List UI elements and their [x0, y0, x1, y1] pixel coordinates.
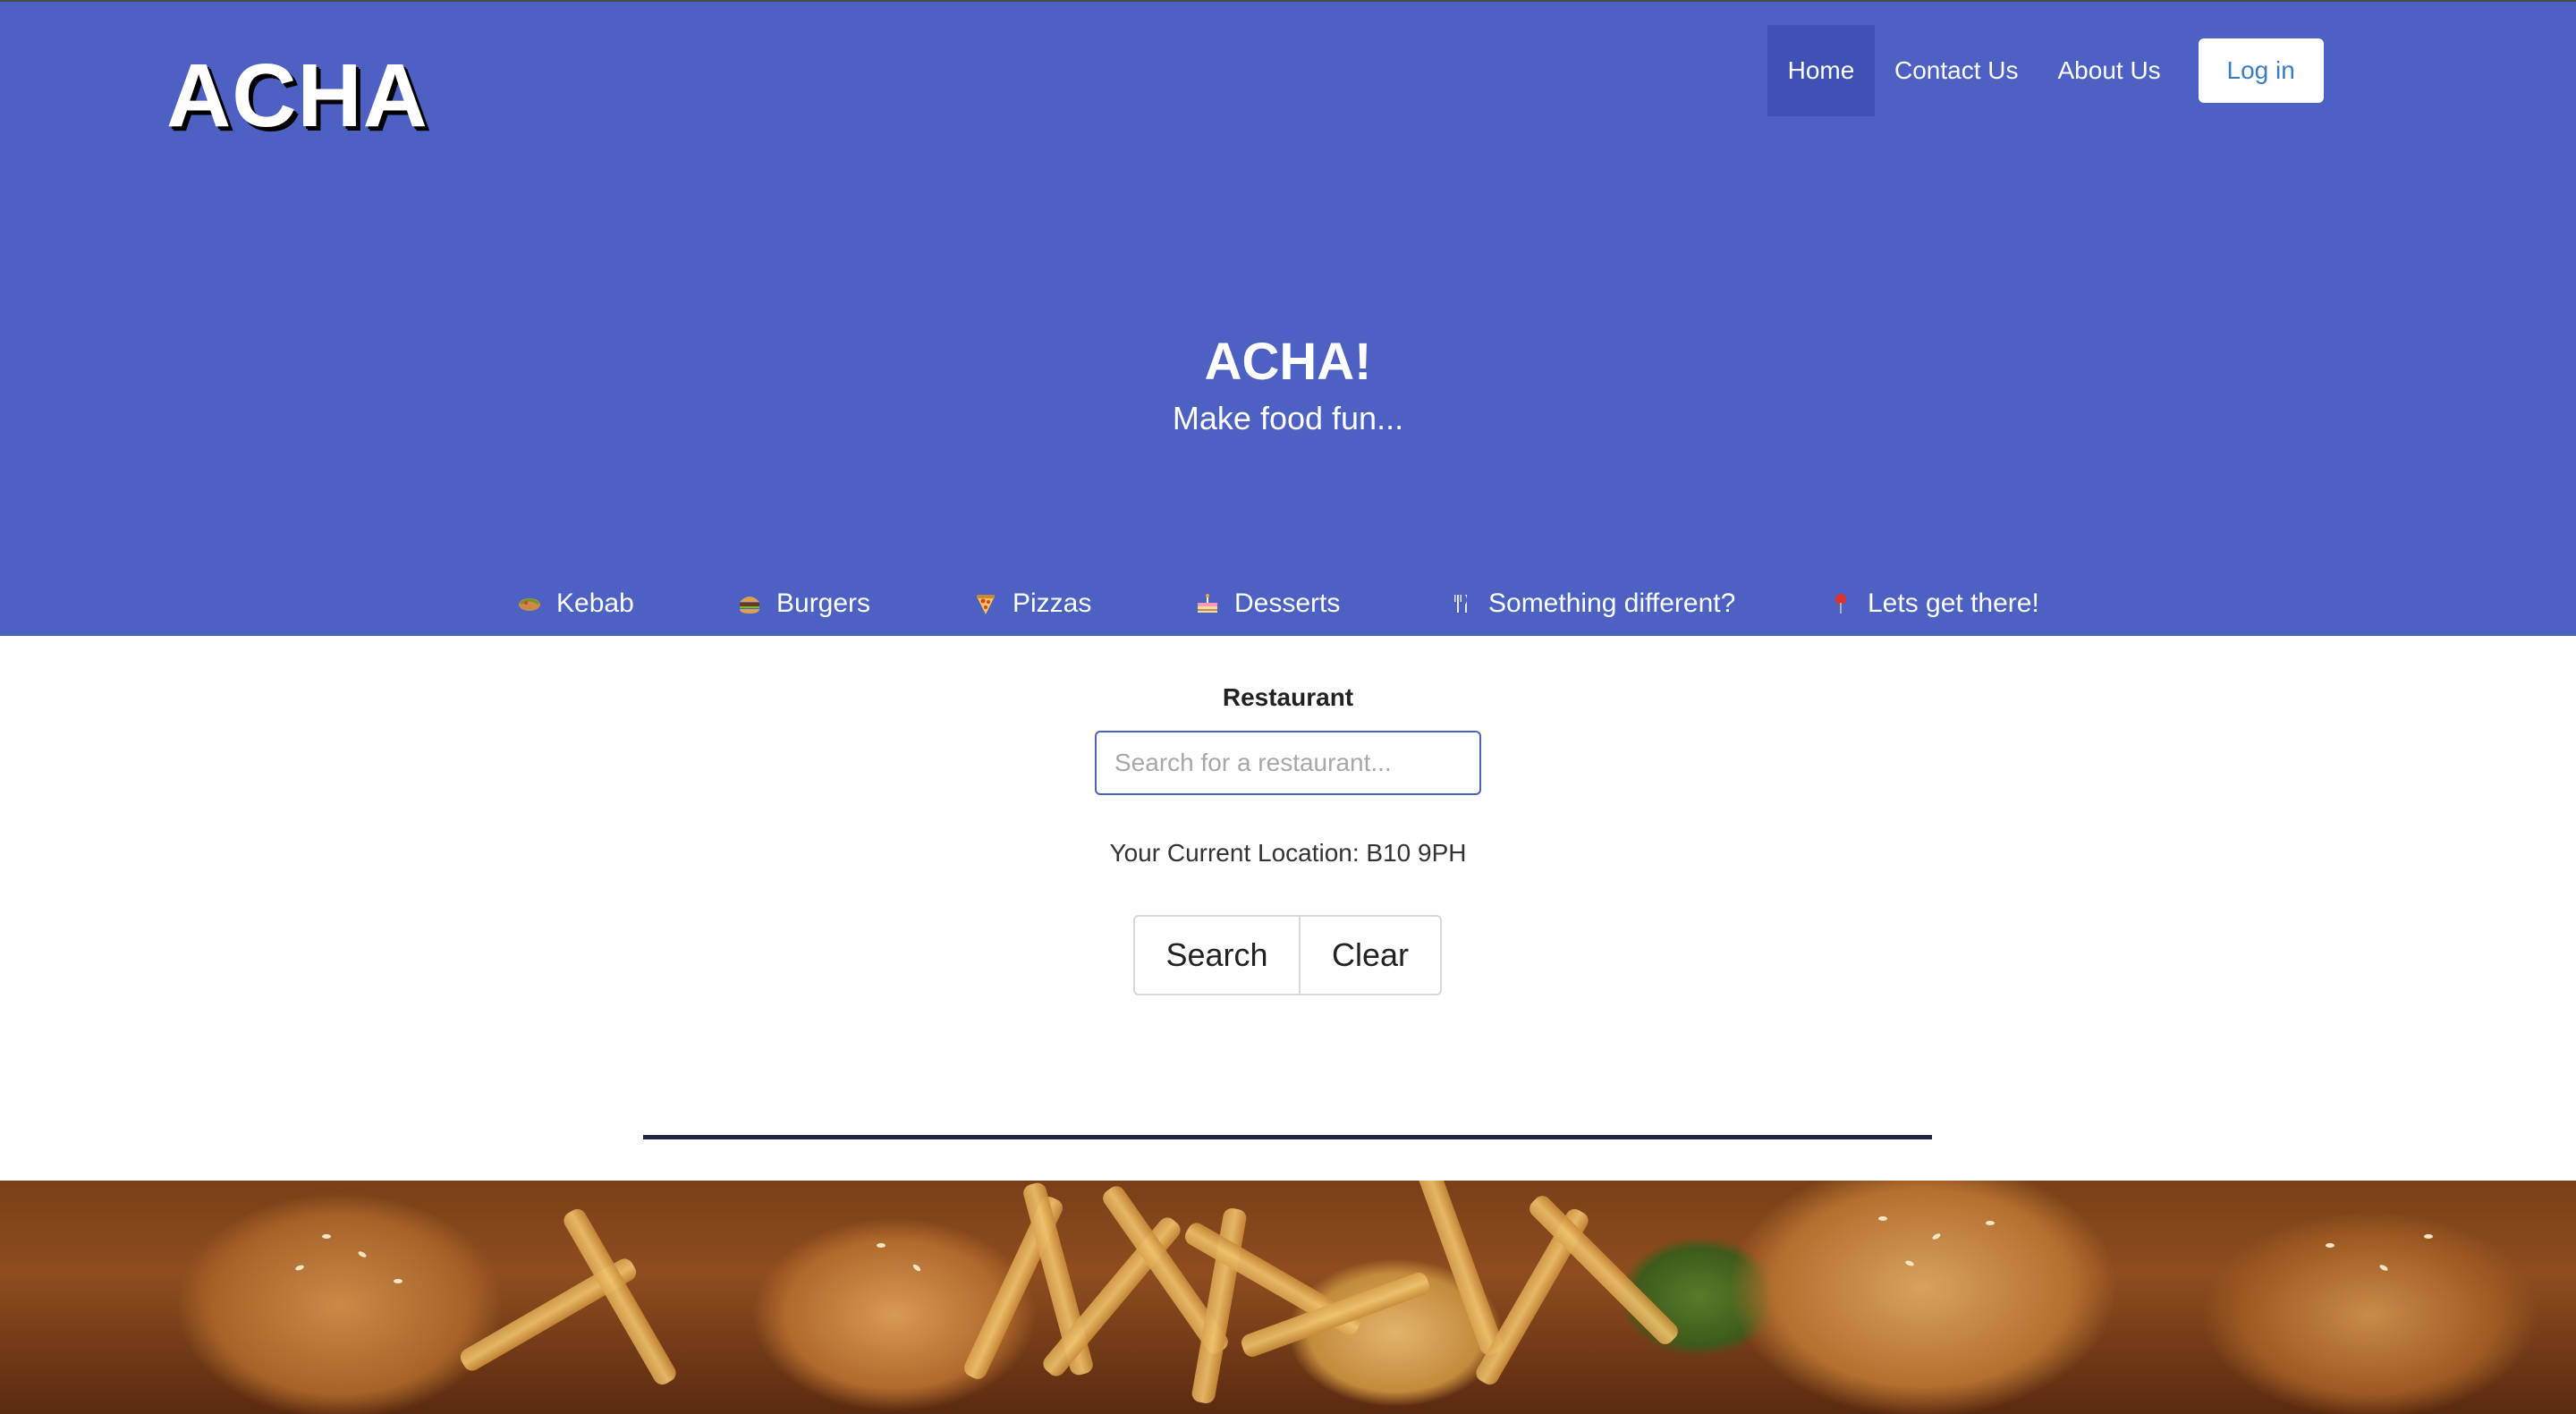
login-button[interactable]: Log in [2198, 38, 2324, 103]
location-pin-icon [1828, 591, 1853, 616]
search-button-group: Search Clear [1133, 915, 1442, 995]
pizza-icon [973, 591, 998, 616]
category-something-different[interactable]: Something different? [1449, 581, 1735, 626]
category-burgers[interactable]: Burgers [737, 581, 870, 626]
category-label: Something different? [1488, 588, 1736, 618]
hero-title: ACHA! [1204, 333, 1372, 391]
divider [643, 1135, 1932, 1139]
category-label: Desserts [1234, 588, 1341, 618]
nav-contact-us[interactable]: Contact Us [1875, 25, 2038, 116]
category-label: Burgers [776, 588, 871, 618]
category-bar: Kebab Burgers Pizzas Desserts Something … [0, 581, 2576, 626]
nav-home[interactable]: Home [1767, 25, 1875, 116]
hero-header: ACHA Home Contact Us About Us Log in ACH… [0, 0, 2576, 636]
main-nav: Home Contact Us About Us Log in [1767, 25, 2324, 116]
category-label: Kebab [556, 588, 634, 618]
cake-icon [1195, 591, 1220, 616]
category-lets-get-there[interactable]: Lets get there! [1828, 581, 2039, 626]
fork-knife-icon [1449, 591, 1474, 616]
logo[interactable]: ACHA [166, 47, 428, 145]
search-button[interactable]: Search [1133, 915, 1301, 995]
food-photo [0, 1181, 2576, 1414]
page: ACHA Home Contact Us About Us Log in ACH… [0, 0, 2576, 1414]
current-location: Your Current Location: B10 9PH [1109, 839, 1467, 867]
burger-icon [737, 591, 762, 616]
category-kebab[interactable]: Kebab [517, 581, 634, 626]
restaurant-search-input[interactable] [1095, 731, 1481, 795]
hero-subtitle: Make food fun... [1172, 400, 1404, 436]
category-label: Lets get there! [1868, 588, 2039, 618]
category-pizzas[interactable]: Pizzas [973, 581, 1091, 626]
category-desserts[interactable]: Desserts [1195, 581, 1340, 626]
nav-about-us[interactable]: About Us [2038, 25, 2181, 116]
clear-button[interactable]: Clear [1301, 915, 1442, 995]
kebab-icon [517, 591, 542, 616]
restaurant-label: Restaurant [1222, 683, 1354, 711]
category-label: Pizzas [1013, 588, 1092, 618]
